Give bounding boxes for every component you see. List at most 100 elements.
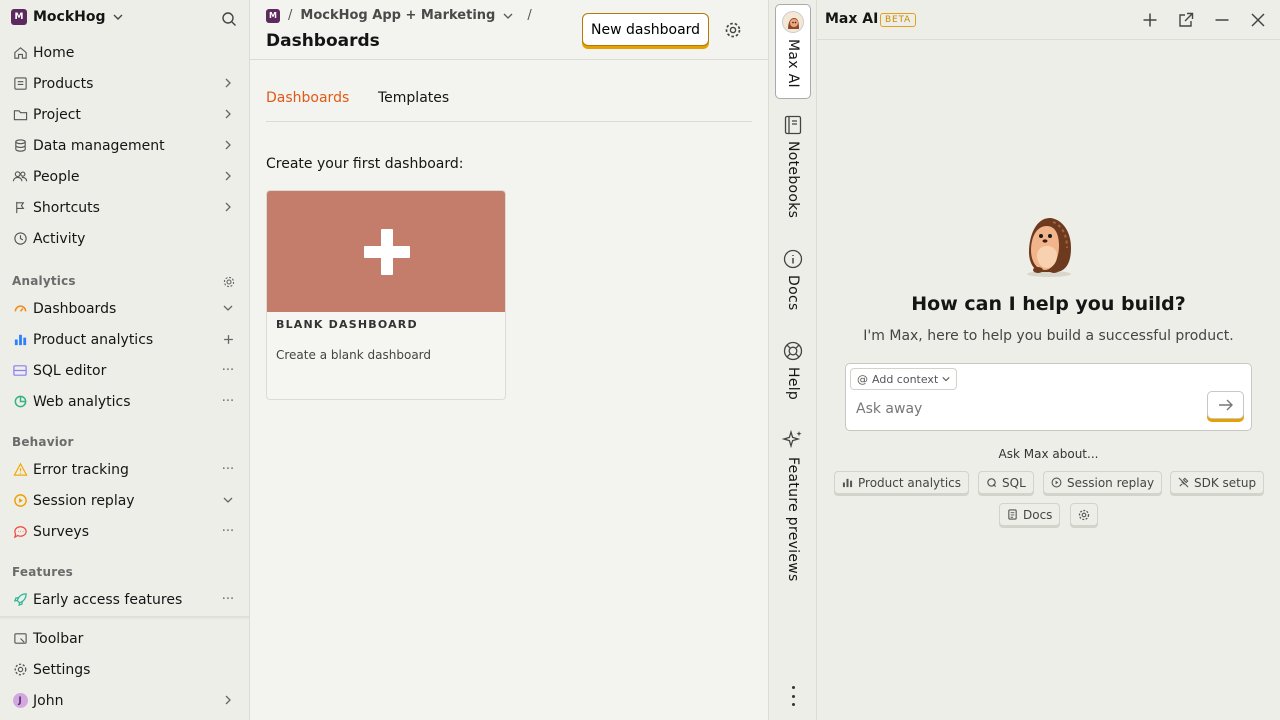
tab-notebooks[interactable]: Notebooks [769,115,817,218]
tab-help[interactable]: Help [769,341,817,400]
suggestion-product-analytics[interactable]: Product analytics [834,471,970,494]
sidebar-item-web-analytics[interactable]: Web analytics ··· [0,386,249,417]
section-heading-behavior: Behavior [12,435,74,449]
open-external-icon[interactable] [1178,12,1194,28]
minimize-icon[interactable] [1214,12,1230,28]
toolbar-icon [12,631,28,647]
suggestion-label: Docs [1023,507,1053,522]
org-switcher[interactable]: M MockHog [11,9,124,25]
sidebar-item-project[interactable]: Project [0,99,249,130]
chevron-down-icon[interactable] [221,301,235,315]
lifebuoy-icon [783,341,803,361]
chevron-down-icon[interactable] [503,11,513,21]
plus-icon [364,228,410,275]
avatar: J [12,693,28,709]
sidebar-item-home[interactable]: Home [0,37,249,68]
sql-icon [987,478,997,488]
more-vertical-icon[interactable] [785,686,801,706]
notebook-icon [784,115,802,135]
more-icon[interactable]: ··· [221,363,235,378]
plug-icon [1178,477,1189,488]
card-description: Create a blank dashboard [276,348,432,362]
sidebar-item-shortcuts[interactable]: Shortcuts [0,192,249,223]
tab-feature-previews[interactable]: Feature previews [769,429,817,582]
tab-label: Notebooks [785,141,801,219]
more-icon[interactable]: ··· [221,462,235,477]
survey-icon [12,524,28,540]
sidebar: M MockHog Home Products Project Data man… [0,0,250,720]
ai-prompt-input[interactable] [856,401,1196,417]
chevron-down-icon[interactable] [221,493,235,507]
blank-dashboard-card[interactable]: BLANK DASHBOARD Create a blank dashboard [266,190,506,400]
more-icon[interactable]: ··· [221,524,235,539]
more-icon[interactable]: ··· [221,394,235,409]
sidebar-item-early-access[interactable]: Early access features ··· [0,584,249,615]
suggestion-label: SQL [1002,475,1026,490]
tab-label: Docs [785,275,801,311]
sparkles-icon [782,429,802,449]
chevron-right-icon [221,138,235,152]
ai-panel-header: Max AI BETA [817,0,1280,40]
warning-icon [12,462,28,478]
sidebar-item-surveys[interactable]: Surveys ··· [0,516,249,547]
sidebar-item-product-analytics[interactable]: Product analytics [0,324,249,355]
sidebar-item-products[interactable]: Products [0,68,249,99]
suggestion-sql[interactable]: SQL [978,471,1034,494]
sidebar-item-label: Toolbar [33,630,84,647]
sidebar-item-toolbar[interactable]: Toolbar [0,623,249,654]
gear-icon[interactable] [724,21,742,39]
sidebar-item-data-management[interactable]: Data management [0,130,249,161]
add-context-label: Add context [872,372,939,386]
sidebar-item-error-tracking[interactable]: Error tracking ··· [0,454,249,485]
add-context-button[interactable]: @ Add context [850,368,958,390]
sidebar-item-session-replay[interactable]: Session replay [0,485,249,516]
ask-about-label: Ask Max about... [998,447,1099,461]
tab-label: Feature previews [785,457,801,582]
new-dashboard-button[interactable]: New dashboard [582,13,710,46]
suggestion-settings[interactable] [1070,503,1098,526]
sidebar-item-label: People [33,168,80,185]
org-badge: M [11,9,27,25]
sidebar-item-sql-editor[interactable]: SQL editor ··· [0,355,249,386]
suggestion-sdk-setup[interactable]: SDK setup [1170,471,1265,494]
more-icon[interactable]: ··· [221,592,235,607]
sidebar-item-label: Products [33,75,94,92]
at-icon: @ [857,372,868,386]
tab-max-ai[interactable]: Max AI [775,4,811,99]
sidebar-item-dashboards[interactable]: Dashboards [0,293,249,324]
folder-icon [12,107,28,123]
sidebar-item-label: Session replay [33,492,135,509]
dashboard-icon [12,301,28,317]
hedgehog-mascot [1027,217,1071,277]
suggestion-session-replay[interactable]: Session replay [1043,471,1163,494]
chevron-right-icon [221,693,235,707]
plus-icon[interactable] [221,332,235,346]
project-badge: M [266,8,280,23]
sidebar-item-label: Project [33,106,81,123]
sidebar-item-label: Early access features [33,591,183,608]
sidebar-item-label: Shortcuts [33,199,100,216]
send-button[interactable] [1207,391,1244,419]
search-icon[interactable] [221,11,237,27]
web-analytics-icon [12,394,28,410]
shortcuts-icon [12,200,28,216]
tab-docs[interactable]: Docs [769,249,817,311]
tab-bar: Dashboards Templates [266,88,752,122]
tab-dashboards[interactable]: Dashboards [266,90,349,106]
breadcrumb-project[interactable]: MockHog App + Marketing [300,8,495,23]
plus-icon[interactable] [1142,12,1158,28]
breadcrumb-separator: / [527,8,532,23]
home-icon [12,45,28,61]
tab-templates[interactable]: Templates [378,90,449,106]
sidebar-divider [0,616,249,620]
sidebar-item-people[interactable]: People [0,161,249,192]
close-icon[interactable] [1250,12,1266,28]
gear-icon[interactable] [223,276,235,288]
sidebar-item-settings[interactable]: Settings [0,654,249,685]
sidebar-item-activity[interactable]: Activity [0,223,249,254]
sidebar-item-label: Dashboards [33,300,117,317]
tab-label: Help [785,367,801,401]
ai-heading: How can I help you build? [911,293,1186,315]
suggestion-docs[interactable]: Docs [999,503,1061,526]
sidebar-item-user[interactable]: J John [0,685,249,716]
